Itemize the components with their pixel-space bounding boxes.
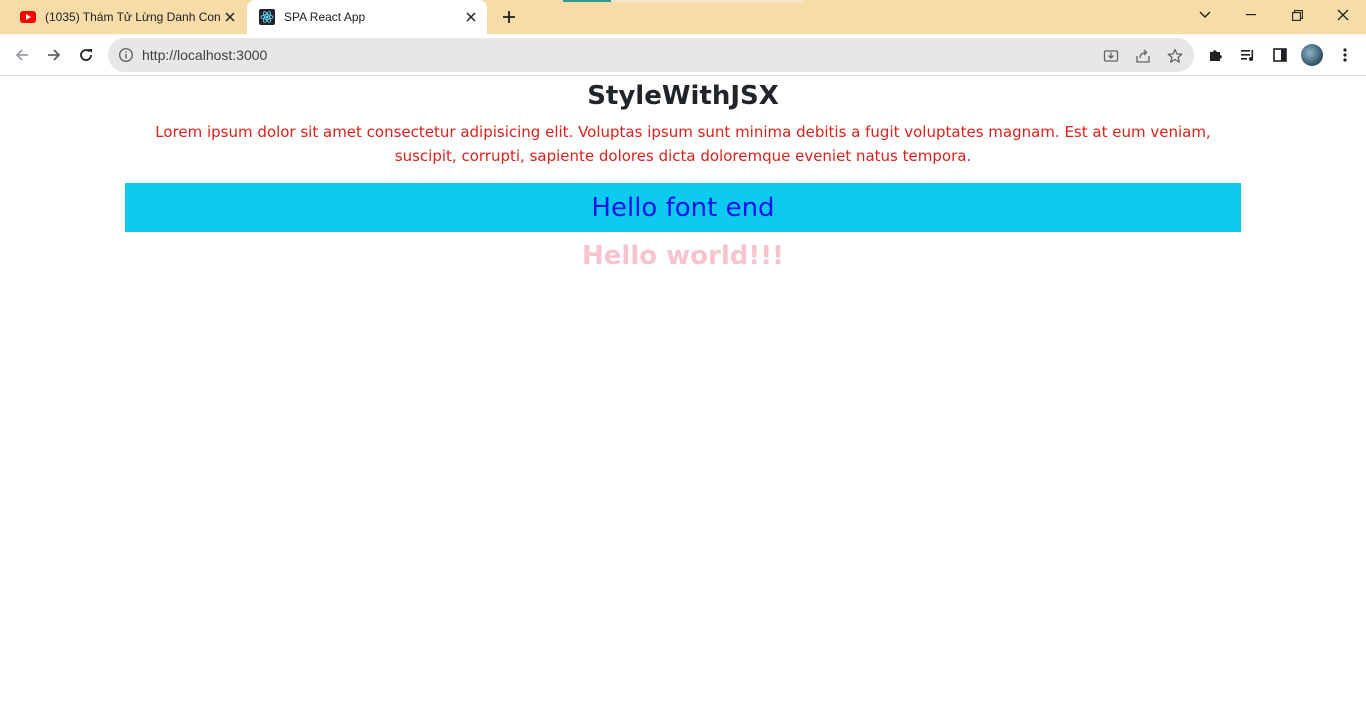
- reload-button[interactable]: [74, 43, 98, 67]
- close-window-button[interactable]: [1320, 0, 1366, 30]
- new-tab-button[interactable]: [498, 6, 520, 28]
- restore-button[interactable]: [1274, 0, 1320, 30]
- minimize-button[interactable]: [1228, 0, 1274, 30]
- lorem-paragraph: Lorem ipsum dolor sit amet consectetur a…: [155, 123, 1211, 165]
- hello-banner: Hello font end: [125, 183, 1241, 232]
- menu-kebab-icon[interactable]: [1335, 45, 1355, 65]
- forward-button[interactable]: [42, 43, 66, 67]
- react-icon: [259, 9, 275, 25]
- tab-title: (1035) Thám Tử Lừng Danh Conan: [45, 10, 220, 24]
- info-icon[interactable]: [118, 47, 134, 63]
- browser-toolbar: http://localhost:3000: [0, 34, 1366, 76]
- url-text[interactable]: http://localhost:3000: [142, 47, 267, 63]
- tab-strip: (1035) Thám Tử Lừng Danh Conan SPA React…: [0, 0, 1366, 34]
- profile-avatar[interactable]: [1301, 44, 1323, 66]
- install-icon[interactable]: [1101, 46, 1121, 66]
- media-queue-icon[interactable]: [1238, 45, 1258, 65]
- share-icon[interactable]: [1133, 46, 1153, 66]
- tab-strip-accent-dark: [563, 0, 611, 2]
- hello-world-heading: Hello world!!!: [582, 241, 784, 271]
- address-bar[interactable]: http://localhost:3000: [108, 38, 1194, 72]
- extensions-puzzle-icon[interactable]: [1206, 45, 1226, 65]
- tab-spa-react-app[interactable]: SPA React App: [247, 0, 487, 34]
- bookmark-star-icon[interactable]: [1165, 46, 1185, 66]
- close-icon[interactable]: [461, 7, 481, 27]
- page-title: StyleWithJSX: [587, 81, 779, 111]
- side-panel-icon[interactable]: [1270, 45, 1290, 65]
- page-content: StyleWithJSX Lorem ipsum dolor sit amet …: [0, 77, 1366, 728]
- youtube-icon: [20, 9, 36, 25]
- banner-heading: Hello font end: [591, 192, 775, 223]
- tab-youtube[interactable]: (1035) Thám Tử Lừng Danh Conan: [8, 0, 246, 34]
- tab-title: SPA React App: [284, 10, 366, 24]
- tab-search-button[interactable]: [1182, 0, 1228, 30]
- back-button[interactable]: [10, 43, 34, 67]
- close-icon[interactable]: [220, 7, 240, 27]
